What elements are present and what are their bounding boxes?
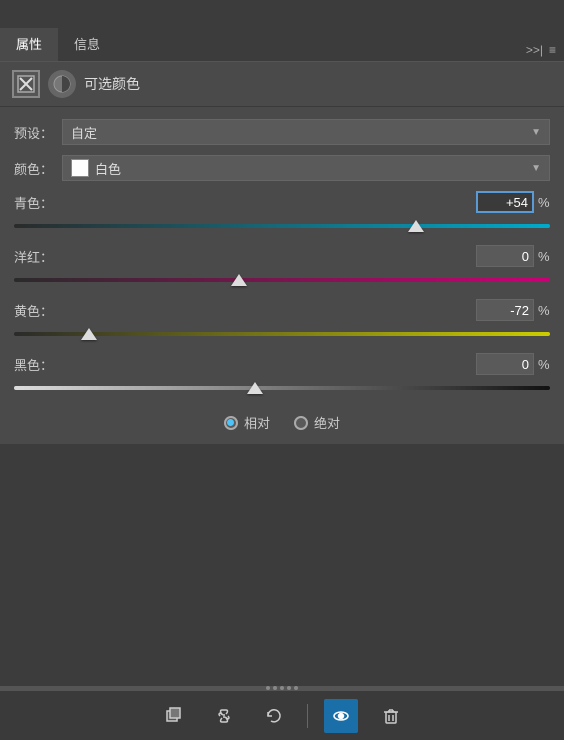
preset-value: 自定 [71, 123, 531, 142]
black-input-wrap: % [476, 353, 550, 375]
cyan-percent: % [538, 195, 550, 210]
toolbar-divider [307, 704, 308, 728]
link-button[interactable] [207, 699, 241, 733]
yellow-percent: % [538, 303, 550, 318]
slider-cyan: 青色： % [14, 191, 550, 237]
preset-label: 预设： [14, 123, 54, 142]
cyan-track-bar [14, 224, 550, 228]
tab-icons: >>| ≡ [526, 43, 564, 61]
sliders-container: 青色： % 洋红： % [14, 191, 550, 399]
slider-cyan-row: 青色： % [14, 191, 550, 213]
mask-button[interactable] [157, 699, 191, 733]
radio-row: 相对 绝对 [14, 413, 550, 432]
yellow-input[interactable] [476, 299, 534, 321]
main-content: 预设： 自定 ▼ 颜色： 白色 ▼ 青色： % [0, 107, 564, 444]
radio-absolute-outer [294, 416, 308, 430]
color-row: 颜色： 白色 ▼ [14, 155, 550, 181]
preset-row: 预设： 自定 ▼ [14, 119, 550, 145]
forward-icon[interactable]: >>| [526, 43, 543, 57]
yellow-track[interactable] [14, 323, 550, 345]
slider-yellow-row: 黄色： % [14, 299, 550, 321]
color-value: 白色 [95, 159, 531, 178]
radio-relative-inner [227, 419, 234, 426]
magenta-percent: % [538, 249, 550, 264]
black-thumb[interactable] [247, 382, 263, 394]
black-percent: % [538, 357, 550, 372]
cyan-input[interactable] [476, 191, 534, 213]
magenta-label: 洋红： [14, 247, 54, 266]
panel-header: 可选颜色 [0, 62, 564, 107]
black-track[interactable] [14, 377, 550, 399]
slider-magenta-row: 洋红： % [14, 245, 550, 267]
preset-arrow-icon: ▼ [531, 127, 541, 138]
black-track-bar [14, 386, 550, 390]
magenta-track-bar [14, 278, 550, 282]
color-dropdown[interactable]: 白色 ▼ [62, 155, 550, 181]
slider-magenta: 洋红： % [14, 245, 550, 291]
tab-info[interactable]: 信息 [58, 28, 116, 61]
yellow-label: 黄色： [14, 301, 54, 320]
yellow-thumb[interactable] [81, 328, 97, 340]
magenta-thumb[interactable] [231, 274, 247, 286]
panel-icon-circle [48, 70, 76, 98]
color-arrow-icon: ▼ [531, 163, 541, 174]
radio-relative-outer [224, 416, 238, 430]
delete-button[interactable] [374, 699, 408, 733]
magenta-track[interactable] [14, 269, 550, 291]
cyan-thumb[interactable] [408, 220, 424, 232]
preset-dropdown[interactable]: 自定 ▼ [62, 119, 550, 145]
reset-button[interactable] [257, 699, 291, 733]
slider-black-row: 黑色： % [14, 353, 550, 375]
magenta-input[interactable] [476, 245, 534, 267]
bottom-toolbar [0, 690, 564, 740]
magenta-input-wrap: % [476, 245, 550, 267]
tab-properties[interactable]: 属性 [0, 28, 58, 61]
visibility-button[interactable] [324, 699, 358, 733]
panel-icon-cross [12, 70, 40, 98]
yellow-input-wrap: % [476, 299, 550, 321]
color-label: 颜色： [14, 159, 54, 178]
radio-absolute[interactable]: 绝对 [294, 413, 340, 432]
radio-relative[interactable]: 相对 [224, 413, 270, 432]
menu-icon[interactable]: ≡ [549, 43, 556, 57]
cyan-track[interactable] [14, 215, 550, 237]
slider-yellow: 黄色： % [14, 299, 550, 345]
black-input[interactable] [476, 353, 534, 375]
panel-title: 可选颜色 [84, 74, 140, 94]
cyan-label: 青色： [14, 193, 54, 212]
slider-black: 黑色： % [14, 353, 550, 399]
black-label: 黑色： [14, 355, 54, 374]
radio-relative-label: 相对 [244, 413, 270, 432]
radio-absolute-label: 绝对 [314, 413, 340, 432]
tab-bar: 属性 信息 >>| ≡ [0, 0, 564, 62]
color-swatch [71, 159, 89, 177]
cyan-input-wrap: % [476, 191, 550, 213]
